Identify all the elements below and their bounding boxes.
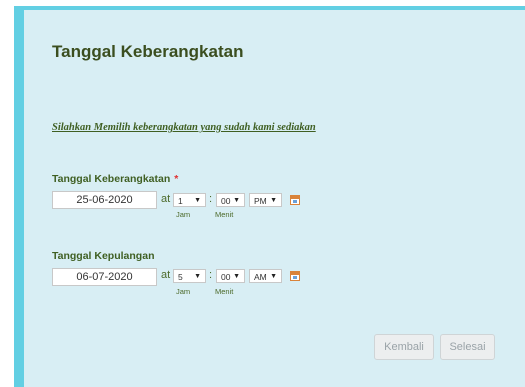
chevron-down-icon: ▼ — [233, 273, 240, 280]
departure-minute-caption: Menit — [215, 210, 234, 219]
return-date-input[interactable]: 06-07-2020 — [52, 268, 157, 286]
departure-minute-value: 00 — [221, 196, 231, 206]
chevron-down-icon: ▼ — [270, 273, 277, 280]
return-hour-caption: Jam — [176, 287, 191, 296]
time-separator: : — [209, 193, 213, 205]
calendar-icon[interactable] — [290, 195, 300, 205]
chevron-down-icon: ▼ — [233, 197, 240, 204]
chevron-down-icon: ▼ — [270, 197, 277, 204]
return-label: Tanggal Kepulangan — [52, 250, 155, 262]
return-minute-value: 00 — [221, 272, 231, 282]
chevron-down-icon: ▼ — [194, 197, 201, 204]
return-ampm-select[interactable]: AM ▼ — [249, 269, 282, 283]
departure-date-input[interactable]: 25-06-2020 — [52, 191, 157, 209]
return-minute-caption: Menit — [215, 287, 234, 296]
return-minute-select[interactable]: 00 ▼ — [216, 269, 245, 283]
finish-button[interactable]: Selesai — [440, 334, 495, 360]
departure-ampm-select[interactable]: PM ▼ — [249, 193, 282, 207]
return-hour-select[interactable]: 5 ▼ — [173, 269, 206, 283]
calendar-icon[interactable] — [290, 271, 300, 281]
departure-hour-value: 1 — [178, 196, 183, 206]
return-hour-value: 5 — [178, 272, 183, 282]
departure-minute-select[interactable]: 00 ▼ — [216, 193, 245, 207]
departure-label: Tanggal Keberangkatan * — [52, 173, 178, 185]
departure-hour-select[interactable]: 1 ▼ — [173, 193, 206, 207]
return-at-label: at — [161, 269, 171, 281]
chevron-down-icon: ▼ — [194, 273, 201, 280]
required-marker: * — [174, 173, 179, 185]
departure-at-label: at — [161, 193, 171, 205]
form-subtitle: Silahkan Memilih keberangkatan yang suda… — [52, 122, 316, 133]
departure-hour-caption: Jam — [176, 210, 191, 219]
time-separator: : — [209, 269, 213, 281]
return-ampm-value: AM — [254, 272, 267, 282]
form-title: Tanggal Keberangkatan — [52, 42, 244, 61]
departure-label-text: Tanggal Keberangkatan — [52, 173, 171, 185]
back-button[interactable]: Kembali — [374, 334, 434, 360]
departure-ampm-value: PM — [254, 196, 267, 206]
